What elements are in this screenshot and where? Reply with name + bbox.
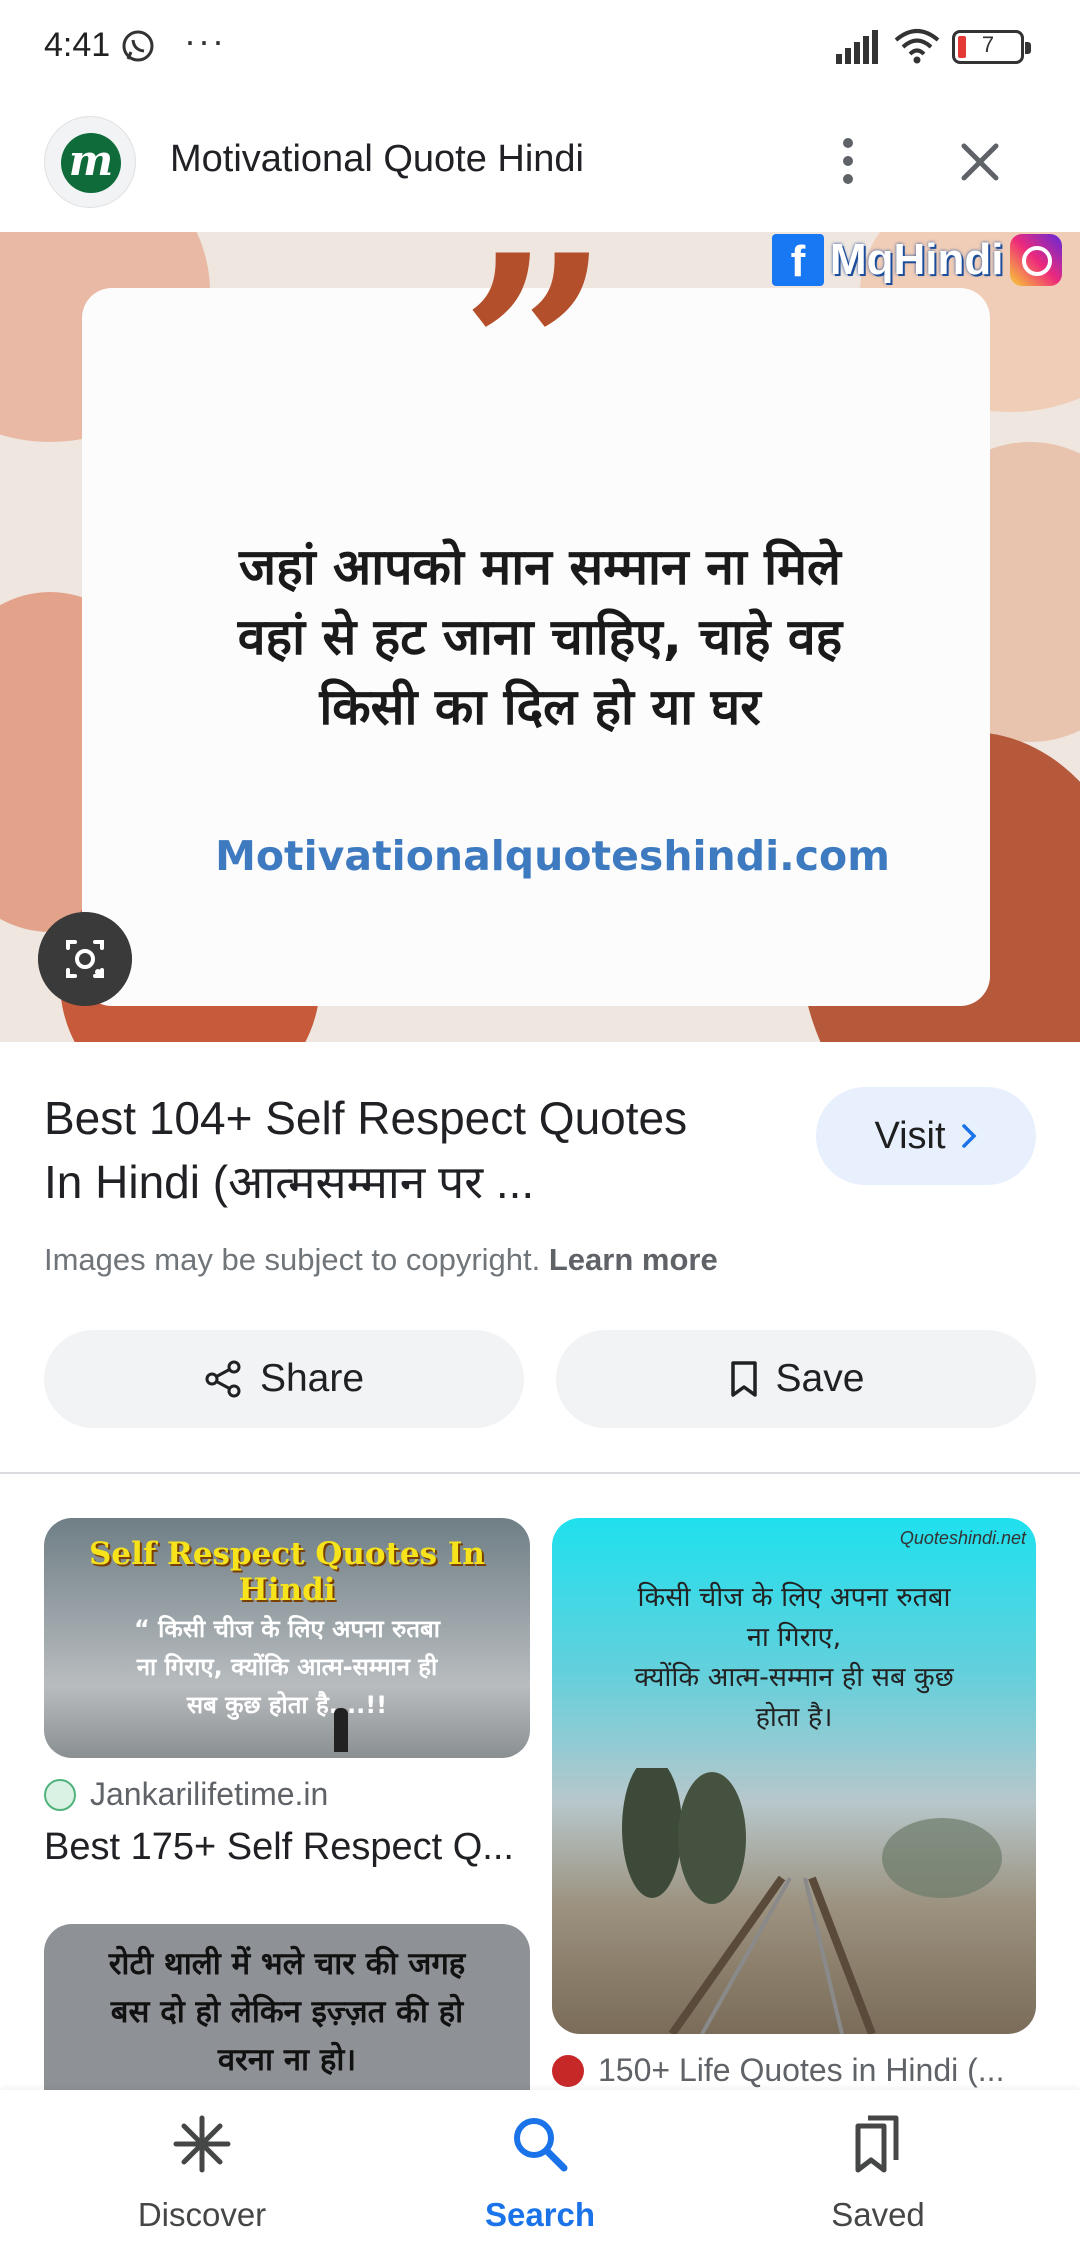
share-icon <box>205 1360 241 1398</box>
result-title-line: Best 104+ Self Respect Quotes <box>44 1092 688 1144</box>
visit-button[interactable]: Visit <box>816 1087 1036 1185</box>
whatsapp-icon <box>122 30 154 62</box>
status-time: 4:41 <box>44 26 111 64</box>
google-lens-button[interactable] <box>38 912 132 1006</box>
result-title[interactable]: Best 104+ Self Respect Quotes In Hindi (… <box>44 1086 784 1214</box>
save-button[interactable]: Save <box>556 1330 1036 1428</box>
bookmarks-icon <box>855 2115 899 2173</box>
nav-discover[interactable]: Discover <box>52 2090 352 2246</box>
image-text-line: रोटी थाली में भले चार की जगह <box>108 1946 466 1982</box>
facebook-icon: f <box>772 234 824 286</box>
main-image[interactable]: ” जहां आपको मान सम्मान ना मिले वहां से ह… <box>0 232 1080 1042</box>
source-favicon <box>44 1778 76 1811</box>
status-bar: 4:41 ··· 7 <box>0 0 1080 96</box>
source-name: Jankarilifetime.in <box>90 1776 329 1812</box>
site-title[interactable]: Motivational Quote Hindi <box>170 138 584 181</box>
copyright-text: Images may be subject to copyright. <box>44 1242 541 1277</box>
chevron-right-icon <box>961 1124 977 1148</box>
image-text-line: क्योंकि आत्म-सम्मान ही सब कुछ <box>634 1662 954 1693</box>
more-options-button[interactable] <box>826 132 870 192</box>
dot <box>843 174 853 184</box>
result-title-line: In Hindi (आत्मसम्मान पर ... <box>44 1156 535 1208</box>
source-header: m Motivational Quote Hindi <box>0 110 1080 230</box>
site-logo-letter: m <box>61 133 121 193</box>
quote-line: जहां आपको मान सम्मान ना मिले <box>239 538 841 596</box>
related-image-3[interactable]: रोटी थाली में भले चार की जगह बस दो हो ले… <box>44 1924 530 2094</box>
image-text-line: “ किसी चीज के लिए अपना रुतबा <box>134 1615 440 1643</box>
asterisk-icon <box>173 2115 231 2173</box>
image-text-line: होता है। <box>755 1702 833 1733</box>
image-text: किसी चीज के लिए अपना रुतबा ना गिराए, क्य… <box>552 1578 1036 1738</box>
bottom-navigation: Discover Search Saved <box>0 2090 1080 2246</box>
badge-text: MqHindi <box>830 235 1004 284</box>
quote-mark-icon: ” <box>460 232 610 504</box>
related-image-1[interactable]: Self Respect Quotes In Hindi “ किसी चीज … <box>44 1518 530 1758</box>
instagram-icon <box>1009 234 1062 286</box>
related-source-1[interactable]: Jankarilifetime.in <box>44 1776 328 1813</box>
share-label: Share <box>259 1357 365 1400</box>
battery-level: 7 <box>981 32 995 57</box>
battery-icon: 7 <box>952 30 1031 64</box>
image-text-line: ना गिराए, क्योंकि आत्म-सम्मान ही <box>136 1653 438 1681</box>
nav-label: Discover <box>137 2196 267 2233</box>
copyright-notice: Images may be subject to copyright. Lear… <box>44 1242 718 1278</box>
wifi-icon <box>894 29 940 64</box>
mqhindi-badge: f MqHindi <box>772 232 1062 288</box>
person-silhouette <box>334 1708 348 1752</box>
nav-label: Search <box>484 2196 596 2233</box>
image-text-line: बस दो हो लेकिन इज़्ज़त की हो <box>110 1994 464 2030</box>
close-icon[interactable] <box>952 134 1008 190</box>
nav-label: Saved <box>831 2196 925 2233</box>
quote-line: किसी का दिल हो या घर <box>319 678 761 736</box>
image-title: Self Respect Quotes In Hindi <box>89 1536 485 1608</box>
image-text: “ किसी चीज के लिए अपना रुतबा ना गिराए, क… <box>44 1610 530 1724</box>
bookmark-icon <box>730 1361 757 1397</box>
image-watermark: Quoteshindi.net <box>899 1528 1026 1548</box>
quote-line: वहां से हट जाना चाहिए, चाहे वह <box>237 608 843 666</box>
source-favicon <box>552 2054 584 2087</box>
share-button[interactable]: Share <box>44 1330 524 1428</box>
nav-saved[interactable]: Saved <box>728 2090 1028 2246</box>
related-image-2[interactable]: Quoteshindi.net किसी चीज के लिए अपना रुत… <box>552 1518 1036 2034</box>
image-text-line: सब कुछ होता है....!! <box>186 1691 388 1719</box>
more-notifications-icon: ··· <box>184 20 226 61</box>
image-text: रोटी थाली में भले चार की जगह बस दो हो ले… <box>44 1940 530 2084</box>
quote-site-url: Motivationalquoteshindi.com <box>215 832 890 880</box>
save-label: Save <box>775 1357 865 1400</box>
quote-text: जहां आपको मान सम्मान ना मिले वहां से हट … <box>0 532 1080 742</box>
divider <box>0 1472 1080 1474</box>
related-title-2: 150+ Life Quotes in Hindi (... <box>598 2052 1005 2088</box>
related-title-1[interactable]: Best 175+ Self Respect Q... <box>44 1826 514 1869</box>
related-source-2[interactable]: 150+ Life Quotes in Hindi (... <box>552 2052 1004 2089</box>
visit-label: Visit <box>874 1114 946 1157</box>
image-text-line: वरना ना हो। <box>217 2042 357 2078</box>
learn-more-link[interactable]: Learn more <box>549 1242 718 1277</box>
site-logo[interactable]: m <box>44 116 136 208</box>
image-text-line: ना गिराए, <box>746 1622 842 1653</box>
nav-search[interactable]: Search <box>390 2090 690 2246</box>
signal-icon <box>836 30 878 64</box>
search-icon <box>514 2118 568 2172</box>
image-text-line: किसी चीज के लिए अपना रुतबा <box>637 1582 951 1613</box>
railway-scene <box>622 1768 1002 2034</box>
dot <box>843 156 853 166</box>
dot <box>843 138 853 148</box>
